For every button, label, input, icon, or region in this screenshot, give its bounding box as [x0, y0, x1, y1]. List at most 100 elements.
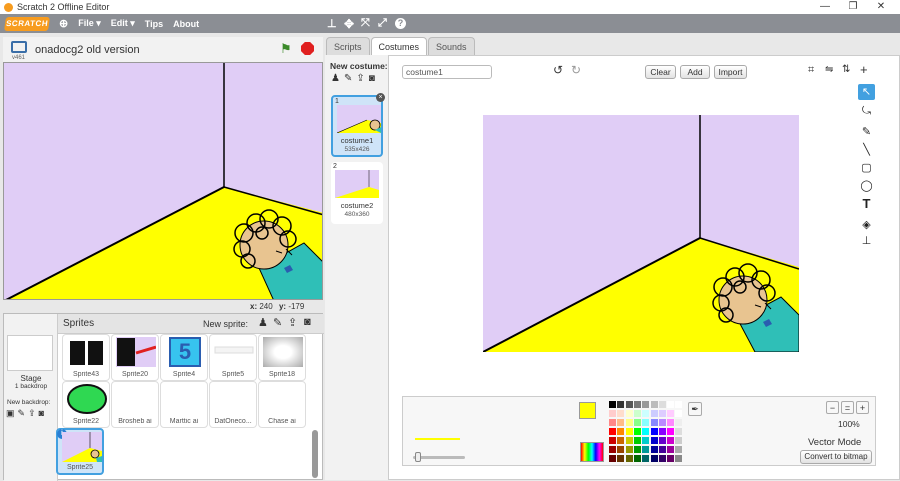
palette-swatch[interactable] — [642, 401, 650, 408]
menu-file[interactable]: File ▾ — [78, 18, 101, 29]
globe-icon[interactable]: ⊕ — [59, 17, 68, 30]
camera-costume-icon[interactable]: ◙ — [369, 73, 375, 84]
palette-swatch[interactable] — [633, 401, 641, 408]
menu-edit[interactable]: Edit ▾ — [111, 18, 135, 29]
palette-swatch[interactable] — [658, 455, 666, 462]
add-button[interactable]: Add — [680, 65, 710, 79]
color-palette[interactable] — [609, 401, 685, 465]
palette-swatch[interactable] — [650, 428, 658, 435]
stage-thumbnail[interactable] — [7, 335, 53, 371]
palette-swatch[interactable] — [625, 401, 633, 408]
palette-swatch[interactable] — [658, 428, 666, 435]
palette-swatch[interactable] — [617, 446, 625, 453]
paint-sprite-icon[interactable]: ✎ — [273, 316, 282, 329]
upload-sprite-icon[interactable]: ⇪ — [288, 316, 297, 329]
palette-swatch[interactable] — [642, 410, 650, 417]
sprite-tile[interactable]: DatOneco... — [209, 381, 257, 428]
tab-costumes[interactable]: Costumes — [370, 37, 428, 55]
palette-swatch[interactable] — [675, 437, 683, 444]
palette-swatch[interactable] — [617, 428, 625, 435]
stamp-icon[interactable]: ⊥ — [327, 17, 337, 30]
sprite-tile[interactable]: Sprite18 — [258, 334, 306, 381]
palette-swatch[interactable] — [609, 437, 616, 444]
palette-swatch[interactable] — [667, 437, 675, 444]
sprite-tile[interactable]: Marttic ai — [160, 381, 208, 428]
costume-item-selected[interactable]: 1 × costume1 535x426 — [331, 93, 385, 157]
tab-sounds[interactable]: Sounds — [428, 37, 475, 55]
palette-swatch[interactable] — [625, 419, 633, 426]
maximize-button[interactable]: ❐ — [838, 0, 868, 14]
camera-sprite-icon[interactable]: ◙ — [304, 316, 311, 328]
palette-swatch[interactable] — [633, 419, 641, 426]
grow-icon[interactable]: ✥ — [344, 17, 354, 31]
palette-swatch[interactable] — [633, 410, 641, 417]
palette-swatch[interactable] — [650, 419, 658, 426]
redo-icon[interactable]: ↻ — [571, 63, 581, 77]
backdrop-library-icon[interactable]: ▣ — [6, 408, 15, 419]
palette-swatch[interactable] — [675, 419, 683, 426]
menu-about[interactable]: About — [173, 19, 199, 29]
eyedropper-icon[interactable]: ✒ — [688, 402, 702, 416]
zoom-out-icon[interactable]: − — [826, 401, 839, 414]
stop-icon[interactable] — [301, 42, 314, 55]
palette-swatch[interactable] — [642, 446, 650, 453]
scratch-logo[interactable]: SCRATCH — [4, 16, 50, 31]
crop-icon[interactable]: ⌗ — [808, 64, 814, 77]
delete-costume-icon[interactable]: × — [376, 93, 385, 102]
import-button[interactable]: Import — [714, 65, 747, 79]
sprite-tile[interactable]: 5 Sprite4 — [160, 334, 208, 381]
palette-swatch[interactable] — [650, 446, 658, 453]
palette-swatch[interactable] — [667, 419, 675, 426]
sprite-tile[interactable]: Sprite5 — [209, 334, 257, 381]
palette-swatch[interactable] — [609, 446, 616, 453]
flip-vertical-icon[interactable]: ⇅ — [842, 64, 850, 75]
sprite-tile[interactable]: Chase ai — [258, 381, 306, 428]
green-flag-icon[interactable]: ⚑ — [280, 41, 292, 57]
stage[interactable] — [3, 62, 323, 300]
close-button[interactable]: ✕ — [866, 0, 896, 14]
palette-swatch[interactable] — [609, 428, 616, 435]
ellipse-tool-icon[interactable]: ◯ — [858, 178, 875, 194]
palette-swatch[interactable] — [650, 455, 658, 462]
palette-swatch[interactable] — [675, 401, 683, 408]
zoom-in-icon[interactable]: + — [856, 401, 869, 414]
palette-swatch[interactable] — [658, 437, 666, 444]
palette-swatch[interactable] — [609, 455, 616, 462]
palette-swatch[interactable] — [617, 437, 625, 444]
costume-item[interactable]: 2 costume2 480x360 — [331, 162, 383, 224]
costume-library-icon[interactable]: ♟ — [331, 73, 340, 84]
select-tool-icon[interactable]: ↖ — [858, 84, 875, 100]
pencil-tool-icon[interactable]: ✎ — [858, 124, 875, 140]
palette-swatch[interactable] — [642, 419, 650, 426]
minimize-button[interactable]: — — [810, 0, 840, 14]
palette-swatch[interactable] — [667, 446, 675, 453]
menu-tips[interactable]: Tips — [145, 19, 163, 29]
palette-swatch[interactable] — [667, 410, 675, 417]
paint-backdrop-icon[interactable]: ✎ — [18, 408, 26, 419]
palette-swatch[interactable] — [658, 401, 666, 408]
palette-swatch[interactable] — [667, 455, 675, 462]
line-tool-icon[interactable]: ╲ — [858, 142, 875, 158]
palette-swatch[interactable] — [658, 410, 666, 417]
color-picker-gradient[interactable] — [580, 442, 604, 462]
sprite-tile[interactable]: Sprite43 — [62, 334, 110, 381]
stamp-tool-icon[interactable]: ⊥ — [858, 233, 875, 249]
palette-swatch[interactable] — [650, 437, 658, 444]
undo-icon[interactable]: ↺ — [553, 63, 563, 77]
set-center-icon[interactable]: + — [860, 62, 868, 77]
shrink-icon[interactable]: ⤧ — [361, 17, 370, 30]
palette-swatch[interactable] — [667, 428, 675, 435]
help-icon[interactable]: ? — [395, 18, 406, 29]
zoom-reset-icon[interactable]: = — [841, 401, 854, 414]
presentation-mode-icon[interactable] — [11, 41, 27, 53]
palette-swatch[interactable] — [675, 446, 683, 453]
expand-icon[interactable]: ⤢ — [378, 17, 387, 30]
text-tool-icon[interactable]: T — [858, 196, 875, 212]
palette-swatch[interactable] — [658, 419, 666, 426]
palette-swatch[interactable] — [650, 410, 658, 417]
palette-swatch[interactable] — [625, 446, 633, 453]
upload-backdrop-icon[interactable]: ⇪ — [28, 408, 36, 419]
reshape-tool-icon[interactable]: ⤿ — [858, 103, 875, 119]
paint-costume-icon[interactable]: ✎ — [344, 73, 352, 84]
palette-swatch[interactable] — [675, 410, 683, 417]
